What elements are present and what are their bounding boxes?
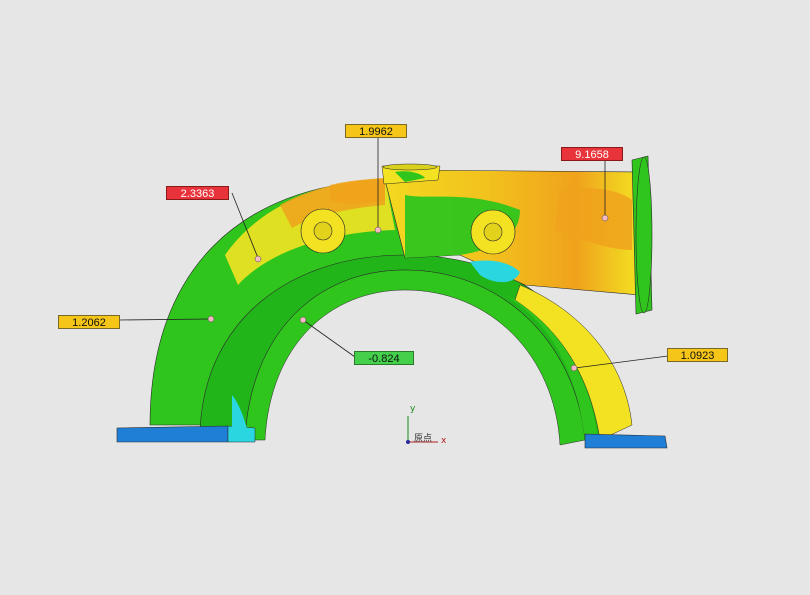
left-base-flange [116,425,229,443]
pipe-orange-patch-2 [330,179,385,204]
right-base-flange [584,433,668,449]
deviation-label-6[interactable]: 1.0923 [667,348,728,362]
deviation-label-2[interactable]: 9.1658 [561,147,623,161]
deviation-label-1[interactable]: 1.9962 [345,124,407,138]
deviation-model-canvas[interactable] [0,0,810,595]
3d-viewport[interactable]: 1.9962 9.1658 2.3363 1.2062 -0.824 1.092… [0,0,810,595]
deviation-label-3[interactable]: 2.3363 [166,186,229,200]
deviation-label-4[interactable]: 1.2062 [58,315,120,329]
axis-y-label: y [410,404,416,414]
top-boss-face [382,163,438,171]
deviation-label-5[interactable]: -0.824 [354,351,414,365]
axis-x-label: x [441,436,447,446]
axis-origin-label: 原点 [414,434,433,444]
